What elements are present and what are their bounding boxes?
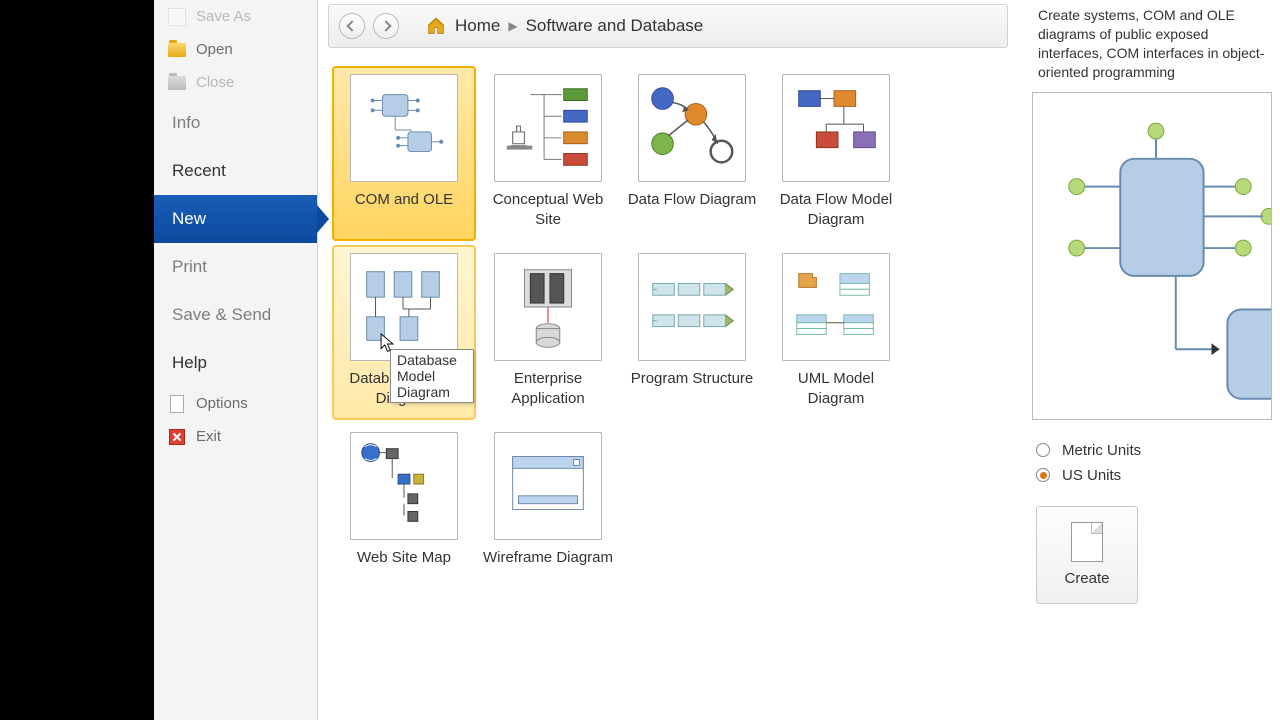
close-label: Close: [196, 74, 234, 91]
template-label: Wireframe Diagram: [483, 548, 613, 568]
new-label: New: [172, 209, 206, 229]
print-item[interactable]: Print: [154, 243, 317, 291]
options-item[interactable]: Options: [154, 387, 317, 420]
template-uml-model-diagram[interactable]: UML Model Diagram: [764, 245, 908, 420]
arrow-right-icon: [380, 20, 391, 31]
template-thumb: [494, 253, 602, 361]
breadcrumb-category[interactable]: Software and Database: [526, 16, 704, 36]
breadcrumb-separator-icon: ▶: [508, 19, 517, 33]
radio-label: Metric Units: [1062, 442, 1141, 459]
template-label: UML Model Diagram: [770, 369, 902, 408]
recent-label: Recent: [172, 161, 226, 181]
radio-icon: [1036, 443, 1050, 457]
template-thumb: [782, 74, 890, 182]
recent-item[interactable]: Recent: [154, 147, 317, 195]
create-label: Create: [1064, 570, 1109, 587]
home-icon[interactable]: [425, 16, 447, 36]
radio-metric-units[interactable]: Metric Units: [1036, 438, 1276, 463]
template-data-flow-diagram[interactable]: Data Flow Diagram: [620, 66, 764, 241]
template-database-model-diagram[interactable]: Database Model Diagram Database Model Di…: [332, 245, 476, 420]
exit-icon: [168, 429, 186, 445]
backstage-sidebar: Save As Open Close Info Recent New Print…: [154, 0, 318, 720]
template-wireframe-diagram[interactable]: Wireframe Diagram: [476, 424, 620, 580]
units-radio-group: Metric Units US Units: [1032, 434, 1280, 492]
options-label: Options: [196, 395, 248, 412]
page-icon: [1071, 522, 1103, 562]
template-thumb: [638, 253, 746, 361]
template-thumb: [494, 74, 602, 182]
tooltip: Database Model Diagram: [390, 349, 474, 403]
arrow-left-icon: [346, 20, 357, 31]
template-label: Program Structure: [631, 369, 754, 389]
template-thumb: [494, 432, 602, 540]
template-program-structure[interactable]: Program Structure: [620, 245, 764, 420]
open-label: Open: [196, 41, 233, 58]
preview-thumbnail: [1032, 92, 1272, 420]
template-enterprise-application[interactable]: Enterprise Application: [476, 245, 620, 420]
save-send-item[interactable]: Save & Send: [154, 291, 317, 339]
template-com-and-ole[interactable]: COM and OLE: [332, 66, 476, 241]
save-as-item: Save As: [154, 0, 317, 33]
template-web-site-map[interactable]: Web Site Map: [332, 424, 476, 580]
info-label: Info: [172, 113, 200, 133]
template-label: COM and OLE: [355, 190, 453, 210]
help-label: Help: [172, 353, 207, 373]
options-icon: [168, 396, 186, 412]
radio-label: US Units: [1062, 467, 1121, 484]
save-send-label: Save & Send: [172, 305, 271, 325]
new-item[interactable]: New: [154, 195, 317, 243]
template-thumb: [638, 74, 746, 182]
template-label: Conceptual Web Site: [482, 190, 614, 229]
template-thumb: [350, 253, 458, 361]
help-item[interactable]: Help: [154, 339, 317, 387]
nav-back-button[interactable]: [339, 13, 365, 39]
template-label: Data Flow Diagram: [628, 190, 756, 210]
nav-forward-button[interactable]: [373, 13, 399, 39]
template-data-flow-model-diagram[interactable]: Data Flow Model Diagram: [764, 66, 908, 241]
breadcrumb-home[interactable]: Home: [455, 16, 500, 36]
save-as-label: Save As: [196, 8, 251, 25]
template-thumb: [350, 432, 458, 540]
preview-panel: Create systems, COM and OLE diagrams of …: [1032, 0, 1280, 720]
radio-icon: [1036, 468, 1050, 482]
folder-close-icon: [168, 75, 186, 91]
create-button[interactable]: Create: [1036, 506, 1138, 604]
template-thumb: [782, 253, 890, 361]
close-item: Close: [154, 66, 317, 99]
preview-description: Create systems, COM and OLE diagrams of …: [1032, 6, 1280, 90]
template-grid: COM and OLE Conceptual Web Site: [318, 52, 1032, 594]
template-label: Web Site Map: [357, 548, 451, 568]
print-label: Print: [172, 257, 207, 277]
template-thumb: [350, 74, 458, 182]
info-item[interactable]: Info: [154, 99, 317, 147]
folder-open-icon: [168, 42, 186, 58]
save-as-icon: [168, 9, 186, 25]
exit-item[interactable]: Exit: [154, 420, 317, 453]
radio-us-units[interactable]: US Units: [1036, 463, 1276, 488]
template-conceptual-web-site[interactable]: Conceptual Web Site: [476, 66, 620, 241]
template-label: Enterprise Application: [482, 369, 614, 408]
exit-label: Exit: [196, 428, 221, 445]
breadcrumb: Home ▶ Software and Database: [328, 4, 1008, 48]
template-label: Data Flow Model Diagram: [770, 190, 902, 229]
open-item[interactable]: Open: [154, 33, 317, 66]
